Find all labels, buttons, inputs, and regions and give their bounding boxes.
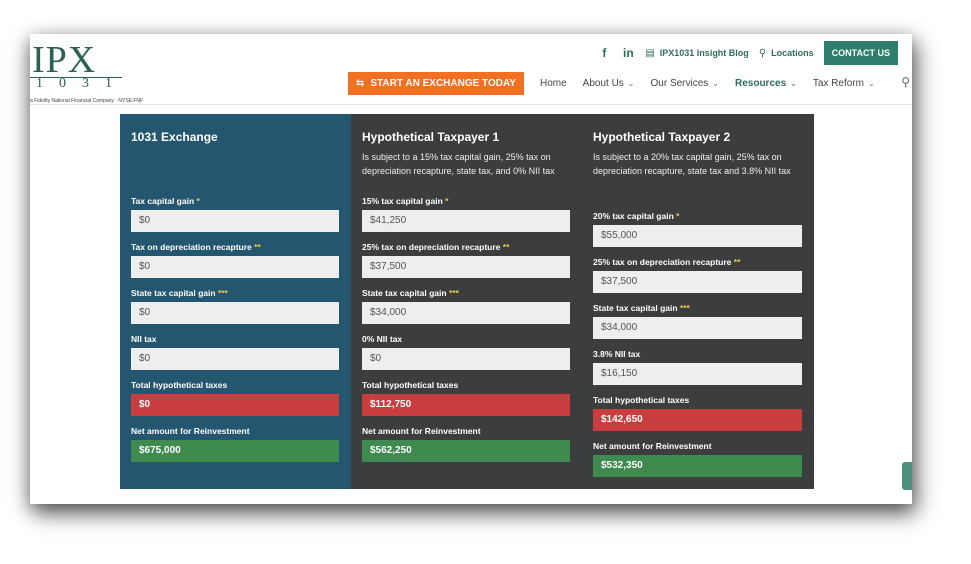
field-label: State tax capital gain *** <box>362 288 459 298</box>
field-label: 25% tax on depreciation recapture ** <box>362 242 510 252</box>
nav-item-tax-reform[interactable]: Tax Reform ⌄ <box>813 78 875 89</box>
field-label: 20% tax capital gain * <box>593 211 680 221</box>
field-label: Net amount for Reinvestment <box>362 426 481 436</box>
net-reinvestment-value: $675,000 <box>131 440 339 462</box>
field-label: 15% tax capital gain * <box>362 196 449 206</box>
column-description: Is subject to a 20% tax capital gain, 25… <box>593 152 791 176</box>
state-tax-field[interactable]: $0 <box>131 302 339 324</box>
field-label: State tax capital gain *** <box>131 288 228 298</box>
nav-item-resources[interactable]: Resources ⌄ <box>735 78 797 89</box>
exchange-arrows-icon: ⇆ <box>356 77 365 89</box>
tax-calculator: 1031 Exchange Tax capital gain * $0 Tax … <box>120 114 814 489</box>
nii-tax-field[interactable]: $16,150 <box>593 363 802 385</box>
tax-capital-gain-field[interactable]: $55,000 <box>593 225 802 247</box>
nav-item-about-us[interactable]: About Us ⌄ <box>583 78 635 89</box>
nav-label: Resources <box>735 77 787 89</box>
chevron-down-icon: ⌄ <box>790 78 797 88</box>
start-exchange-button[interactable]: ⇆ START AN EXCHANGE TODAY <box>348 71 524 95</box>
nii-tax-field[interactable]: $0 <box>362 348 570 370</box>
net-reinvestment-value: $532,350 <box>593 455 802 477</box>
start-exchange-label: START AN EXCHANGE TODAY <box>370 77 516 89</box>
total-taxes-value: $142,650 <box>593 409 802 431</box>
net-reinvestment-value: $562,250 <box>362 440 570 462</box>
chevron-down-icon: ⌄ <box>867 78 875 88</box>
column-title: 1031 Exchange <box>131 130 218 144</box>
field-list: Tax capital gain * $0 Tax on depreciatio… <box>131 196 339 472</box>
field-label: NII tax <box>131 334 157 344</box>
nii-tax-field[interactable]: $0 <box>131 348 339 370</box>
nav-label: Our Services <box>650 77 709 89</box>
locations-link[interactable]: ⚲ Locations <box>759 48 814 59</box>
column-title: Hypothetical Taxpayer 2 <box>593 130 731 144</box>
column-title: Hypothetical Taxpayer 1 <box>362 130 500 144</box>
field-label: Tax capital gain * <box>131 196 200 206</box>
depreciation-recapture-field[interactable]: $37,500 <box>362 256 570 278</box>
field-label: 0% NII tax <box>362 334 403 344</box>
field-label: 3.8% NII tax <box>593 349 641 359</box>
column-taxpayer-1: Hypothetical Taxpayer 1 Is subject to a … <box>351 114 582 489</box>
locations-label: Locations <box>771 48 814 58</box>
blog-link[interactable]: ▤ IPX1031 Insight Blog <box>645 48 748 59</box>
tax-capital-gain-field[interactable]: $41,250 <box>362 210 570 232</box>
utility-bar: f in ▤ IPX1031 Insight Blog ⚲ Locations … <box>597 41 898 65</box>
search-icon[interactable]: ⚲ <box>901 75 910 89</box>
column-1031-exchange: 1031 Exchange Tax capital gain * $0 Tax … <box>120 114 351 489</box>
field-label: Total hypothetical taxes <box>131 380 228 390</box>
field-label: Net amount for Reinvestment <box>593 441 712 451</box>
field-label: Tax on depreciation recapture ** <box>131 242 261 252</box>
chevron-down-icon: ⌄ <box>712 78 719 88</box>
nav-item-our-services[interactable]: Our Services ⌄ <box>651 78 720 89</box>
field-label: State tax capital gain *** <box>593 303 690 313</box>
nav-label: About Us <box>582 77 624 89</box>
newspaper-icon: ▤ <box>645 47 655 59</box>
header-divider <box>30 104 912 105</box>
depreciation-recapture-field[interactable]: $0 <box>131 256 339 278</box>
field-label: Total hypothetical taxes <box>593 395 690 405</box>
nav-label: Home <box>539 77 567 89</box>
field-list: 15% tax capital gain * $41,250 25% tax o… <box>362 196 570 472</box>
logo-main-text: IPX <box>32 39 97 81</box>
total-taxes-value: $112,750 <box>362 394 570 416</box>
contact-us-button[interactable]: CONTACT US <box>823 41 898 65</box>
tax-capital-gain-field[interactable]: $0 <box>131 210 339 232</box>
column-description: Is subject to a 15% tax capital gain, 25… <box>362 152 555 176</box>
field-label: 25% tax on depreciation recapture ** <box>593 257 741 267</box>
linkedin-icon[interactable]: in <box>621 46 635 60</box>
nav-label: Tax Reform <box>812 77 864 89</box>
page-frame: IPX 1031 a Fidelity National Financial C… <box>30 34 912 504</box>
ipx-logo[interactable]: IPX 1031 a Fidelity National Financial C… <box>30 39 170 104</box>
state-tax-field[interactable]: $34,000 <box>593 317 802 339</box>
logo-sub-text: 1031 <box>36 76 128 91</box>
chevron-down-icon: ⌄ <box>627 78 635 88</box>
state-tax-field[interactable]: $34,000 <box>362 302 570 324</box>
field-list: 20% tax capital gain * $55,000 25% tax o… <box>593 211 802 487</box>
facebook-icon[interactable]: f <box>597 46 611 60</box>
field-label: Net amount for Reinvestment <box>131 426 250 436</box>
nav-item-home[interactable]: Home <box>540 78 567 89</box>
column-taxpayer-2: Hypothetical Taxpayer 2 Is subject to a … <box>582 114 814 489</box>
total-taxes-value: $0 <box>131 394 339 416</box>
depreciation-recapture-field[interactable]: $37,500 <box>593 271 802 293</box>
map-pin-icon: ⚲ <box>758 47 767 59</box>
blog-label: IPX1031 Insight Blog <box>659 48 749 58</box>
side-feedback-tab[interactable] <box>902 462 912 490</box>
main-nav: ⇆ START AN EXCHANGE TODAY Home About Us … <box>348 71 912 95</box>
field-label: Total hypothetical taxes <box>362 380 459 390</box>
